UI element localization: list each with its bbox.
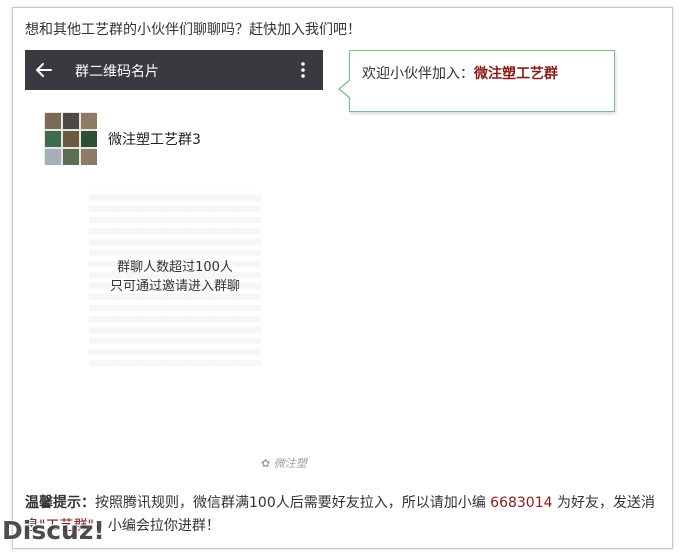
welcome-prefix: 欢迎小伙伴加入：: [362, 66, 474, 82]
qr-notice-line: 只可通过邀请进入群聊: [109, 279, 240, 294]
discuz-watermark: Discuz!: [2, 516, 105, 545]
qr-notice-line: 群聊人数超过100人: [117, 260, 233, 275]
warm-tip: 温馨提示：按照腾讯规则，微信群满100人后需要好友拉入，所以请加小编 66830…: [25, 492, 661, 538]
group-avatar: [44, 112, 97, 165]
tip-label: 温馨提示：: [25, 495, 95, 511]
wechat-logo-icon: ✿: [261, 457, 274, 470]
avatar-tile: [63, 113, 79, 129]
avatar-tile: [45, 149, 61, 165]
group-name: 微注塑工艺群3: [108, 132, 201, 148]
avatar-tile: [63, 131, 79, 147]
tip-text: ，小编会拉你进群！: [93, 518, 220, 534]
editor-wechat-number: 6683014: [490, 495, 553, 511]
avatar-tile: [45, 113, 61, 129]
topbar-title: 群二维码名片: [75, 64, 159, 80]
avatar-tile: [45, 131, 61, 147]
back-arrow-icon[interactable]: [35, 61, 53, 79]
avatar-tile: [81, 113, 97, 129]
qr-card-screenshot: 群二维码名片 微注塑工艺群3 群聊人数超过100人 只可通过邀请进入群聊: [25, 50, 323, 472]
post-content-frame: 想和其他工艺群的小伙伴们聊聊吗？赶快加入我们吧！ 群二维码名片 微注塑工艺群3 …: [12, 7, 673, 549]
qr-notice: 群聊人数超过100人 只可通过邀请进入群聊: [55, 258, 295, 296]
phone-topbar: 群二维码名片: [25, 50, 323, 90]
welcome-text: 欢迎小伙伴加入：微注塑工艺群: [362, 63, 558, 83]
tip-text: 按照腾讯规则，微信群满100人后需要好友拉入，所以请加小编: [95, 495, 491, 511]
wechat-watermark: ✿ 微注塑: [261, 455, 307, 471]
group-highlight: 微注塑工艺群: [474, 66, 558, 82]
avatar-tile: [81, 131, 97, 147]
more-vertical-icon[interactable]: [293, 60, 313, 80]
callout-tail-inner: [340, 80, 351, 98]
intro-text: 想和其他工艺群的小伙伴们聊聊吗？赶快加入我们吧！: [25, 22, 361, 38]
avatar-tile: [81, 149, 97, 165]
watermark-text: 微注塑: [273, 457, 307, 470]
welcome-callout: 欢迎小伙伴加入：微注塑工艺群: [338, 50, 615, 112]
avatar-tile: [63, 149, 79, 165]
